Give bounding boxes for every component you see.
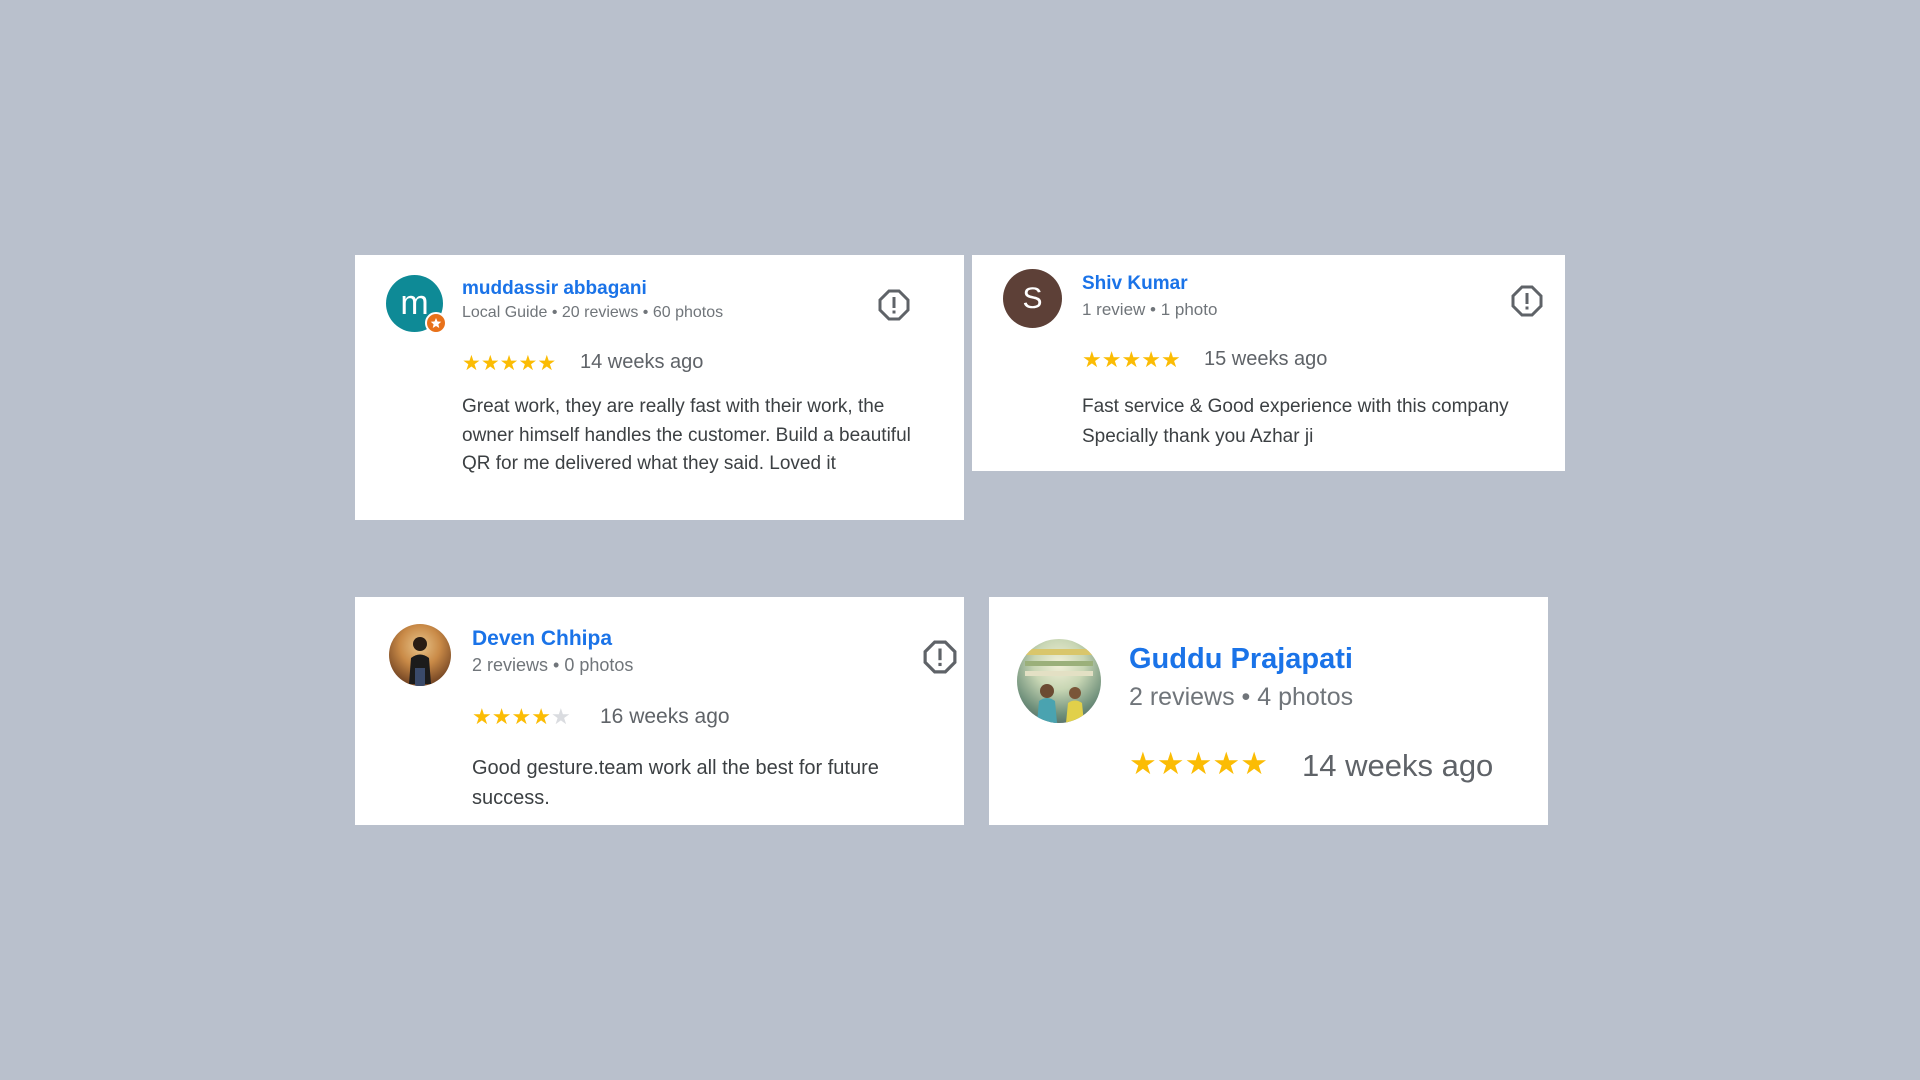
reviewer-meta: Local Guide • 20 reviews • 60 photos (462, 304, 724, 321)
local-guide-badge (425, 312, 447, 334)
star-filled-icon: ★ (1121, 347, 1142, 372)
reviewer-meta: 2 reviews • 0 photos (472, 655, 634, 675)
review-text: Fast service & Good experience with this… (1082, 396, 1509, 447)
star-filled-icon: ★ (537, 352, 557, 375)
review-card: S Shiv Kumar 1 review • 1 photo ★ ★ ★ ★ ★ 15… (972, 255, 1565, 471)
star-rating: ★ ★ ★ ★ ★ (472, 706, 571, 728)
avatar[interactable]: m (386, 275, 447, 334)
review-text: Good gesture.team work all the best for … (472, 757, 879, 809)
person-silhouette-icon (409, 637, 431, 686)
reviewer-name[interactable]: Guddu Prajapati (1129, 643, 1353, 676)
star-empty-icon: ★ (550, 704, 571, 729)
review-card: m muddassir abbagani Local Guide • 20 re… (355, 255, 964, 520)
star-icon (430, 318, 442, 328)
star-filled-icon: ★ (1160, 347, 1181, 372)
reviewer-name[interactable]: Deven Chhipa (472, 627, 612, 651)
star-filled-icon: ★ (1240, 746, 1268, 781)
star-filled-icon: ★ (480, 352, 500, 375)
star-filled-icon: ★ (472, 704, 492, 729)
review-text: Great work, they are really fast with th… (462, 396, 911, 474)
avatar[interactable] (389, 624, 451, 686)
reviewer-name[interactable]: Shiv Kumar (1082, 273, 1188, 295)
star-filled-icon: ★ (462, 352, 481, 375)
star-filled-icon: ★ (1184, 746, 1213, 781)
reviewer-meta: 2 reviews • 4 photos (1129, 683, 1354, 711)
star-filled-icon: ★ (1156, 746, 1185, 781)
star-filled-icon: ★ (1141, 347, 1161, 372)
review-time: 14 weeks ago (1302, 748, 1494, 783)
avatar[interactable] (1017, 639, 1101, 723)
report-flag-icon[interactable] (878, 289, 910, 321)
shop-photo-icon (1025, 649, 1093, 723)
review-card: Guddu Prajapati 2 reviews • 4 photos ★ ★ ★… (989, 597, 1548, 825)
review-time: 15 weeks ago (1204, 348, 1328, 370)
avatar-letter: S (1022, 281, 1043, 315)
star-filled-icon: ★ (1212, 746, 1241, 781)
star-filled-icon: ★ (1129, 746, 1157, 781)
review-card: Deven Chhipa 2 reviews • 0 photos ★ ★ ★ ★ ★ … (355, 597, 964, 825)
star-filled-icon: ★ (511, 704, 532, 729)
report-flag-icon[interactable] (923, 640, 957, 674)
reviewer-name[interactable]: muddassir abbagani (462, 278, 647, 300)
star-filled-icon: ★ (491, 704, 512, 729)
profile-photo (389, 624, 451, 686)
star-filled-icon: ★ (499, 352, 519, 375)
review-time: 16 weeks ago (600, 705, 730, 728)
profile-photo (1017, 639, 1101, 723)
star-rating: ★ ★ ★ ★ ★ (462, 353, 556, 374)
star-rating: ★ ★ ★ ★ ★ (1082, 349, 1181, 371)
reviewer-meta: 1 review • 1 photo (1082, 300, 1218, 319)
review-time: 14 weeks ago (580, 351, 704, 373)
avatar[interactable]: S (1003, 269, 1062, 328)
star-filled-icon: ★ (1082, 347, 1102, 372)
star-filled-icon: ★ (531, 704, 551, 729)
avatar-letter: m (400, 284, 429, 322)
star-filled-icon: ★ (1101, 347, 1122, 372)
report-flag-icon[interactable] (1511, 285, 1543, 317)
star-filled-icon: ★ (518, 352, 538, 375)
star-rating: ★ ★ ★ ★ ★ (1129, 748, 1268, 779)
